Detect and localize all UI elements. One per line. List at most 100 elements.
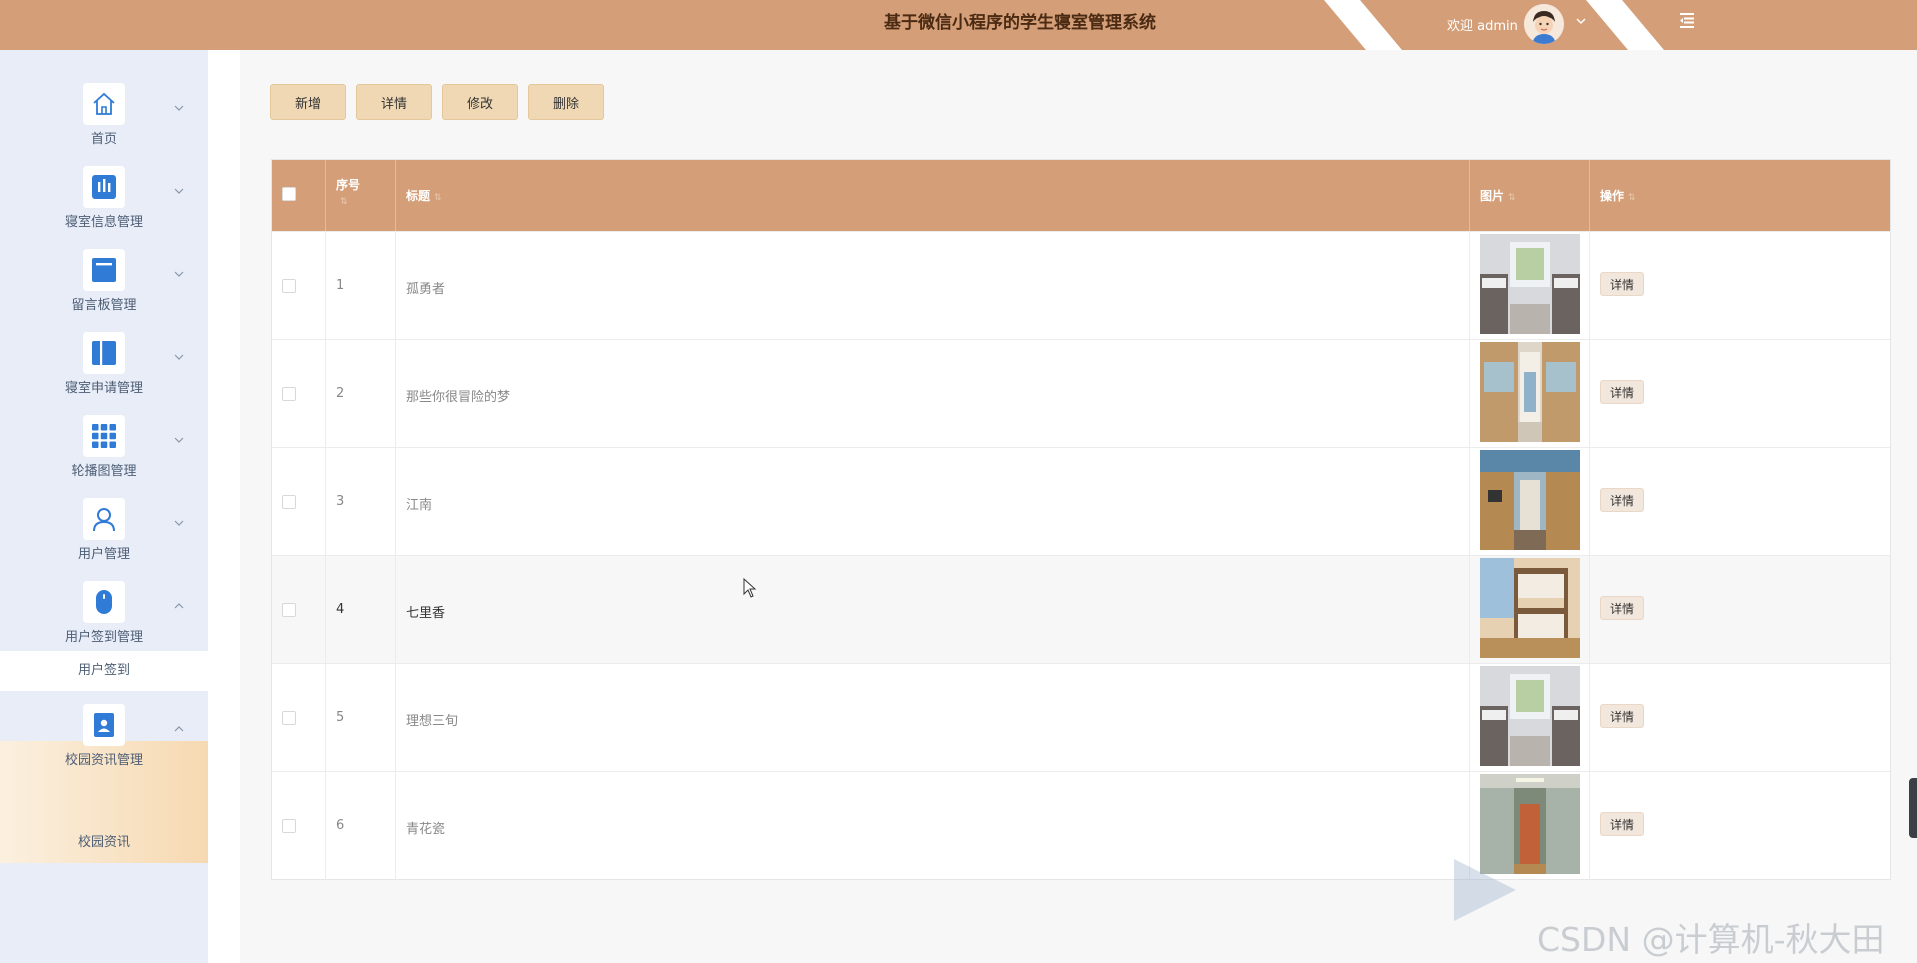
table-row[interactable]: 3 江南 详情 (272, 447, 1890, 556)
chevron-down-icon (174, 103, 184, 116)
chevron-down-icon (174, 186, 184, 199)
sidebar-item-label: 用户签到管理 (64, 630, 143, 645)
sidebar-subitem-news[interactable]: 校园资讯 (0, 823, 208, 863)
avatar[interactable] (1524, 4, 1564, 44)
column-title: 操作 (1600, 189, 1625, 203)
row-checkbox[interactable] (282, 711, 296, 725)
sidebar-item-label: 校园资讯管理 (64, 753, 143, 768)
title-cell: 理想三旬 (396, 664, 1470, 772)
dorm-thumbnail[interactable] (1480, 342, 1580, 442)
index-cell: 1 (326, 232, 396, 340)
table-row[interactable]: 4 七里香 详情 (272, 555, 1890, 664)
board-icon (83, 249, 125, 291)
row-detail-button[interactable]: 详情 (1600, 812, 1645, 836)
sidebar-item-home[interactable]: 首页 (0, 75, 208, 158)
row-detail-button[interactable]: 详情 (1600, 272, 1645, 296)
chart-icon (83, 166, 125, 208)
column-header-image[interactable]: 图片 ⇅ (1470, 160, 1590, 231)
sort-icon[interactable]: ⇅ (434, 193, 442, 203)
mouse-icon (83, 581, 125, 623)
add-button[interactable]: 新增 (270, 84, 346, 120)
row-select-cell (272, 556, 326, 664)
title-cell: 江南 (396, 448, 1470, 556)
image-cell (1470, 448, 1590, 556)
index-cell: 2 (326, 340, 396, 448)
sort-icon[interactable]: ⇅ (1628, 193, 1636, 203)
row-title: 江南 (406, 498, 433, 513)
sidebar-item-label: 轮播图管理 (71, 464, 137, 479)
table-row[interactable]: 6 青花瓷 详情 (272, 771, 1890, 880)
title-cell: 那些你很冒险的梦 (396, 340, 1470, 448)
row-checkbox[interactable] (282, 603, 296, 617)
edit-button[interactable]: 修改 (442, 84, 518, 120)
row-select-cell (272, 772, 326, 880)
sidebar-subitem-checkin[interactable]: 用户签到 (0, 651, 208, 691)
row-checkbox[interactable] (282, 495, 296, 509)
chevron-up-icon (174, 601, 184, 614)
user-icon (83, 498, 125, 540)
row-detail-button[interactable]: 详情 (1600, 704, 1645, 728)
dorm-thumbnail[interactable] (1480, 558, 1580, 658)
row-checkbox[interactable] (282, 387, 296, 401)
title-cell: 孤勇者 (396, 232, 1470, 340)
home-icon (83, 83, 125, 125)
sidebar-gutter (208, 50, 240, 963)
header-select-cell (272, 160, 326, 231)
dorm-thumbnail[interactable] (1480, 234, 1580, 334)
sidebar-item-dorm-info[interactable]: 寝室信息管理 (0, 158, 208, 241)
column-header-index[interactable]: 序号 ⇅ (326, 160, 396, 231)
row-index: 5 (336, 710, 345, 725)
column-header-action[interactable]: 操作 ⇅ (1590, 160, 1890, 231)
sidebar-item-label: 寝室申请管理 (64, 381, 143, 396)
detail-button[interactable]: 详情 (356, 84, 432, 120)
watermark-text: CSDN @计算机-秋大田 (1537, 920, 1885, 959)
dorm-thumbnail[interactable] (1480, 450, 1580, 550)
chevron-down-icon (174, 435, 184, 448)
image-cell (1470, 556, 1590, 664)
side-floating-tab[interactable] (1909, 778, 1917, 838)
delete-button[interactable]: 删除 (528, 84, 604, 120)
action-cell: 详情 (1590, 232, 1890, 340)
table-row[interactable]: 1 孤勇者 详情 (272, 231, 1890, 340)
sort-icon[interactable]: ⇅ (1508, 193, 1516, 203)
sidebar-item-message-board[interactable]: 留言板管理 (0, 241, 208, 324)
play-logo-icon (1450, 855, 1520, 928)
row-checkbox[interactable] (282, 279, 296, 293)
row-index: 4 (336, 602, 345, 617)
action-cell: 详情 (1590, 664, 1890, 772)
sidebar-item-user-checkin[interactable]: 用户签到管理 (0, 573, 208, 656)
row-index: 2 (336, 386, 345, 401)
sidebar-item-users[interactable]: 用户管理 (0, 490, 208, 573)
title-cell: 青花瓷 (396, 772, 1470, 880)
column-title: 标题 (406, 189, 431, 203)
app-title: 基于微信小程序的学生寝室管理系统 (884, 13, 1156, 33)
action-cell: 详情 (1590, 340, 1890, 448)
sidebar-item-label: 用户管理 (77, 547, 130, 562)
image-cell (1470, 232, 1590, 340)
row-detail-button[interactable]: 详情 (1600, 488, 1645, 512)
table-header: 序号 ⇅ 标题 ⇅ 图片 ⇅ 操作 ⇅ (272, 160, 1890, 231)
sidebar-item-campus-news[interactable]: 校园资讯管理 (0, 696, 208, 779)
image-cell (1470, 340, 1590, 448)
sidebar-item-dorm-apply[interactable]: 寝室申请管理 (0, 324, 208, 407)
menu-toggle-icon[interactable] (1677, 10, 1697, 30)
sort-icon[interactable]: ⇅ (340, 197, 348, 207)
chevron-down-icon (174, 269, 184, 282)
table-row[interactable]: 5 理想三旬 详情 (272, 663, 1890, 772)
row-checkbox[interactable] (282, 819, 296, 833)
column-header-title[interactable]: 标题 ⇅ (396, 160, 1470, 231)
row-detail-button[interactable]: 详情 (1600, 380, 1645, 404)
chevron-down-icon (174, 352, 184, 365)
row-detail-button[interactable]: 详情 (1600, 596, 1645, 620)
row-index: 3 (336, 494, 345, 509)
sidebar-item-carousel[interactable]: 轮播图管理 (0, 407, 208, 490)
select-all-checkbox[interactable] (282, 187, 296, 201)
row-select-cell (272, 664, 326, 772)
chevron-down-icon[interactable] (1575, 14, 1587, 30)
table-row[interactable]: 2 那些你很冒险的梦 详情 (272, 339, 1890, 448)
contact-icon (83, 704, 125, 746)
row-index: 1 (336, 278, 345, 293)
dorm-thumbnail[interactable] (1480, 666, 1580, 766)
action-cell: 详情 (1590, 556, 1890, 664)
row-title: 七里香 (406, 606, 446, 621)
